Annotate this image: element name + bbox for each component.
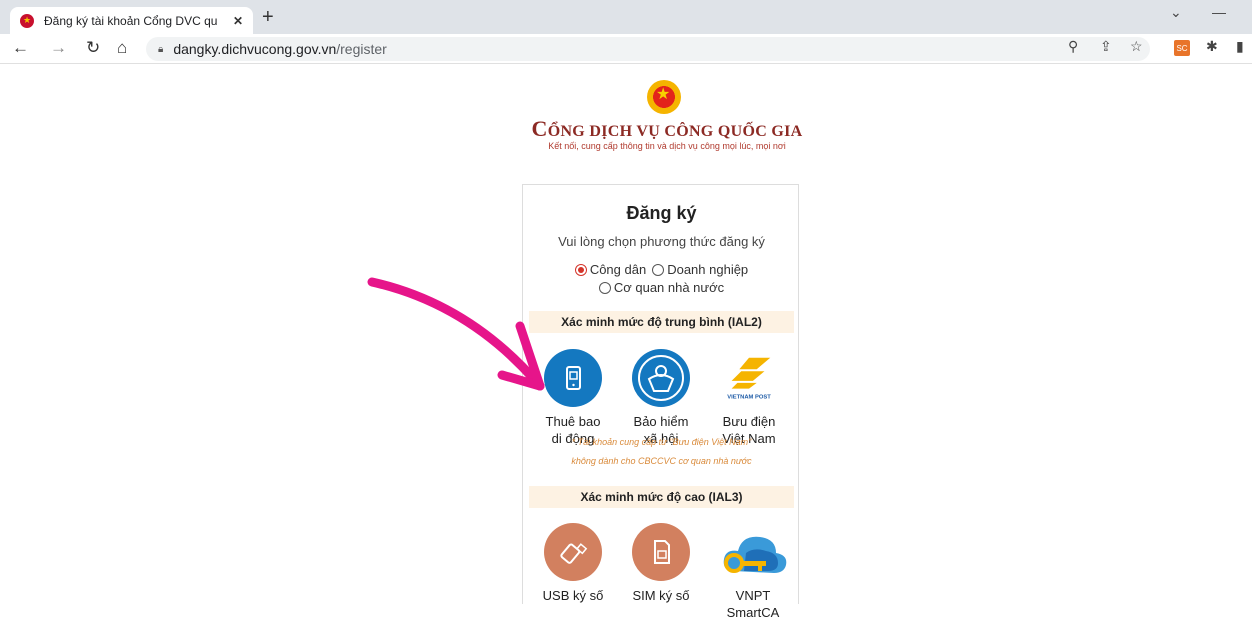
forward-arrow-icon[interactable]: →: [50, 38, 67, 58]
option-vnpt-smartca[interactable]: VNPT SmartCA: [709, 523, 797, 621]
browser-tab[interactable]: ★ Đăng ký tài khoản Cổng DVC qu ✕: [10, 7, 253, 34]
option-post-line1: Bưu điện: [722, 414, 776, 429]
radio-business-indicator[interactable]: [652, 263, 665, 276]
sim-card-icon: [632, 523, 690, 581]
side-panel-icon[interactable]: ▮: [1236, 38, 1244, 55]
option-sim-label: SIM ký số: [632, 588, 690, 603]
radio-business[interactable]: Doanh nghiệp: [652, 262, 748, 277]
extension-sc-icon[interactable]: SC: [1174, 40, 1190, 56]
address-bar[interactable]: 🔒︎ dangky.dichvucong.gov.vn/register: [146, 37, 1150, 61]
option-mobile-line1: Thuê bao: [545, 414, 601, 429]
cloud-key-icon: [716, 523, 790, 581]
option-insurance-line1: Bảo hiểm: [633, 414, 689, 429]
vietnam-post-note-line1: * Tài khoản cung cấp từ "Bưu điện Việt N…: [571, 437, 752, 447]
browser-tab-bar: ★ Đăng ký tài khoản Cổng DVC qu ✕ + ⌄ —: [0, 0, 1252, 34]
annotation-arrow-icon: [367, 277, 545, 391]
browser-toolbar: ← → ↻ ⌂ 🔒︎ dangky.dichvucong.gov.vn/regi…: [0, 34, 1252, 64]
tab-close-icon[interactable]: ✕: [233, 14, 243, 28]
national-emblem-icon: [647, 80, 681, 114]
tab-title: Đăng ký tài khoản Cổng DVC qu: [44, 13, 218, 28]
back-arrow-icon[interactable]: ←: [12, 38, 29, 58]
vietnam-post-note-line2: không dành cho CBCCVC cơ quan nhà nước: [571, 456, 752, 466]
radio-agency[interactable]: Cơ quan nhà nước: [598, 280, 724, 295]
reload-icon[interactable]: ↻: [86, 38, 100, 58]
option-social-insurance[interactable]: Bảo hiểm xã hội: [621, 349, 701, 447]
ial3-section-heading: Xác minh mức độ cao (IAL3): [529, 486, 794, 508]
zoom-icon[interactable]: ⚲: [1068, 38, 1078, 55]
minimize-window-icon[interactable]: —: [1212, 4, 1226, 20]
home-icon[interactable]: ⌂: [117, 38, 127, 58]
usb-key-icon: [544, 523, 602, 581]
new-tab-button[interactable]: +: [262, 6, 274, 29]
option-vietnam-post[interactable]: VIETNAM POST Bưu điện Việt Nam: [709, 349, 789, 447]
option-sim-signature[interactable]: SIM ký số: [621, 523, 701, 604]
url-text: dangky.dichvucong.gov.vn/register: [173, 41, 387, 57]
radio-agency-indicator[interactable]: [598, 281, 611, 294]
vietnam-post-logo-icon: VIETNAM POST: [720, 349, 778, 407]
social-insurance-logo-icon: [632, 349, 690, 407]
option-usb-label: USB ký số: [542, 588, 604, 603]
lock-icon[interactable]: 🔒︎: [158, 44, 163, 55]
option-usb-token[interactable]: USB ký số: [533, 523, 613, 604]
tab-search-chevron-icon[interactable]: ⌄: [1170, 4, 1182, 21]
svg-text:VIETNAM POST: VIETNAM POST: [727, 394, 771, 400]
bookmark-star-icon[interactable]: ☆: [1130, 38, 1143, 55]
share-icon[interactable]: ⇪: [1100, 38, 1112, 55]
site-favicon-icon: ★: [20, 13, 34, 28]
extensions-puzzle-icon[interactable]: ✱: [1206, 38, 1218, 55]
page-content: CỔNG DỊCH VỤ CÔNG QUỐC GIA Kết nối, cung…: [0, 64, 1252, 620]
option-smartca-label: VNPT SmartCA: [726, 588, 780, 620]
